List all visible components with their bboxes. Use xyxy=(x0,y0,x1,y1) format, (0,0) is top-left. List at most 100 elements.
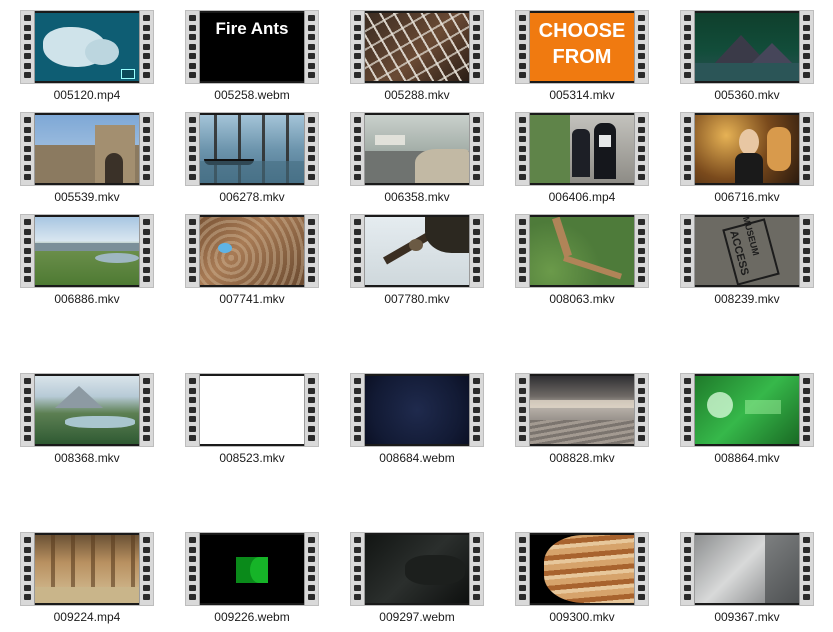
sprocket-hole xyxy=(684,565,691,572)
video-file-item[interactable]: 009300.mkv xyxy=(515,532,655,632)
sprocket-hole xyxy=(803,136,810,142)
video-thumbnail[interactable] xyxy=(680,10,814,84)
sprocket-hole xyxy=(308,228,315,235)
video-file-item[interactable]: 006358.mkv xyxy=(350,112,490,212)
video-thumbnail[interactable] xyxy=(515,373,649,447)
video-file-item[interactable]: 005360.mkv xyxy=(680,10,820,110)
file-name-label[interactable]: 005258.webm xyxy=(175,88,329,102)
sprocket-hole xyxy=(24,62,31,69)
sprocket-hole xyxy=(473,257,480,263)
video-file-item[interactable]: 008063.mkv xyxy=(515,214,655,314)
video-thumbnail[interactable]: Fire Ants xyxy=(185,10,319,84)
file-name-label[interactable]: 009224.mp4 xyxy=(10,610,164,624)
file-name-label[interactable]: 008684.webm xyxy=(340,451,494,465)
sprocket-hole xyxy=(308,164,315,171)
video-thumbnail[interactable] xyxy=(20,373,154,447)
video-file-item[interactable]: 008864.mkv xyxy=(680,373,820,473)
sprocket-hole xyxy=(473,72,480,78)
file-name-label[interactable]: 009297.webm xyxy=(340,610,494,624)
file-name-label[interactable]: 006886.mkv xyxy=(10,292,164,306)
file-name-label[interactable]: 006358.mkv xyxy=(340,190,494,204)
file-name-label[interactable]: 005288.mkv xyxy=(340,88,494,102)
sprocket-hole xyxy=(803,34,810,40)
video-thumbnail[interactable] xyxy=(20,532,154,606)
video-file-item[interactable]: 006406.mp4 xyxy=(515,112,655,212)
video-thumbnail[interactable] xyxy=(185,373,319,447)
video-file-item[interactable]: 009297.webm xyxy=(350,532,490,632)
sprocket-hole xyxy=(473,24,480,31)
video-file-item[interactable]: 008828.mkv xyxy=(515,373,655,473)
file-name-label[interactable]: 009367.mkv xyxy=(670,610,824,624)
sprocket-hole xyxy=(24,53,31,59)
video-thumbnail[interactable] xyxy=(680,373,814,447)
sprocket-hole xyxy=(354,228,361,235)
sprocket-hole xyxy=(638,435,645,441)
video-thumbnail[interactable] xyxy=(185,112,319,186)
thumbnail-frame xyxy=(200,115,304,183)
video-file-item[interactable]: 009224.mp4 xyxy=(20,532,160,632)
film-strip-right xyxy=(139,215,153,287)
video-thumbnail[interactable] xyxy=(680,532,814,606)
sprocket-hole xyxy=(189,556,196,562)
video-thumbnail[interactable] xyxy=(680,112,814,186)
video-thumbnail[interactable] xyxy=(515,214,649,288)
thumbnail-frame xyxy=(695,115,799,183)
video-thumbnail[interactable] xyxy=(20,10,154,84)
file-name-label[interactable]: 008368.mkv xyxy=(10,451,164,465)
file-name-label[interactable]: 008523.mkv xyxy=(175,451,329,465)
file-name-label[interactable]: 009226.webm xyxy=(175,610,329,624)
file-name-label[interactable]: 006278.mkv xyxy=(175,190,329,204)
video-thumbnail[interactable] xyxy=(20,112,154,186)
file-name-label[interactable]: 009300.mkv xyxy=(505,610,659,624)
file-name-label[interactable]: 006716.mkv xyxy=(670,190,824,204)
sprocket-hole xyxy=(684,117,691,123)
thumbnail-frame xyxy=(530,115,634,183)
video-file-item[interactable]: 009226.webm xyxy=(185,532,325,632)
file-name-label[interactable]: 008239.mkv xyxy=(670,292,824,306)
video-file-item[interactable]: 007780.mkv xyxy=(350,214,490,314)
video-thumbnail[interactable] xyxy=(350,373,484,447)
file-name-label[interactable]: 008828.mkv xyxy=(505,451,659,465)
file-name-label[interactable]: 006406.mp4 xyxy=(505,190,659,204)
video-thumbnail[interactable] xyxy=(350,214,484,288)
video-thumbnail[interactable]: MUSEUM ACCESS xyxy=(680,214,814,288)
sprocket-hole xyxy=(24,565,31,572)
file-name-label[interactable]: 005120.mp4 xyxy=(10,88,164,102)
sprocket-hole xyxy=(24,406,31,413)
sprocket-hole xyxy=(308,62,315,69)
video-file-item[interactable]: 005539.mkv xyxy=(20,112,160,212)
file-name-label[interactable]: 005539.mkv xyxy=(10,190,164,204)
video-file-item[interactable]: 006278.mkv xyxy=(185,112,325,212)
video-file-item[interactable]: MUSEUM ACCESS 008239.mkv xyxy=(680,214,820,314)
video-file-item[interactable]: 006716.mkv xyxy=(680,112,820,212)
video-file-item[interactable]: 008523.mkv xyxy=(185,373,325,473)
video-file-item[interactable]: 005120.mp4 xyxy=(20,10,160,110)
video-file-item[interactable]: Fire Ants 005258.webm xyxy=(185,10,325,110)
file-name-label[interactable]: 008864.mkv xyxy=(670,451,824,465)
file-name-label[interactable]: 008063.mkv xyxy=(505,292,659,306)
sprocket-hole xyxy=(684,62,691,69)
file-name-label[interactable]: 007741.mkv xyxy=(175,292,329,306)
video-file-item[interactable]: 009367.mkv xyxy=(680,532,820,632)
video-thumbnail[interactable] xyxy=(515,112,649,186)
video-thumbnail[interactable] xyxy=(350,112,484,186)
sprocket-hole xyxy=(519,378,526,384)
video-thumbnail[interactable] xyxy=(515,532,649,606)
file-name-label[interactable]: 005314.mkv xyxy=(505,88,659,102)
sprocket-hole xyxy=(354,397,361,403)
video-file-item[interactable]: 008368.mkv xyxy=(20,373,160,473)
video-thumbnail[interactable] xyxy=(185,532,319,606)
video-file-item[interactable]: 008684.webm xyxy=(350,373,490,473)
video-thumbnail[interactable] xyxy=(350,10,484,84)
video-thumbnail[interactable] xyxy=(20,214,154,288)
sprocket-hole xyxy=(684,397,691,403)
video-file-item[interactable]: 005288.mkv xyxy=(350,10,490,110)
video-thumbnail[interactable]: CHOOSE FROM xyxy=(515,10,649,84)
video-thumbnail[interactable] xyxy=(185,214,319,288)
video-thumbnail[interactable] xyxy=(350,532,484,606)
video-file-item[interactable]: 006886.mkv xyxy=(20,214,160,314)
video-file-item[interactable]: 007741.mkv xyxy=(185,214,325,314)
file-name-label[interactable]: 007780.mkv xyxy=(340,292,494,306)
video-file-item[interactable]: CHOOSE FROM 005314.mkv xyxy=(515,10,655,110)
file-name-label[interactable]: 005360.mkv xyxy=(670,88,824,102)
